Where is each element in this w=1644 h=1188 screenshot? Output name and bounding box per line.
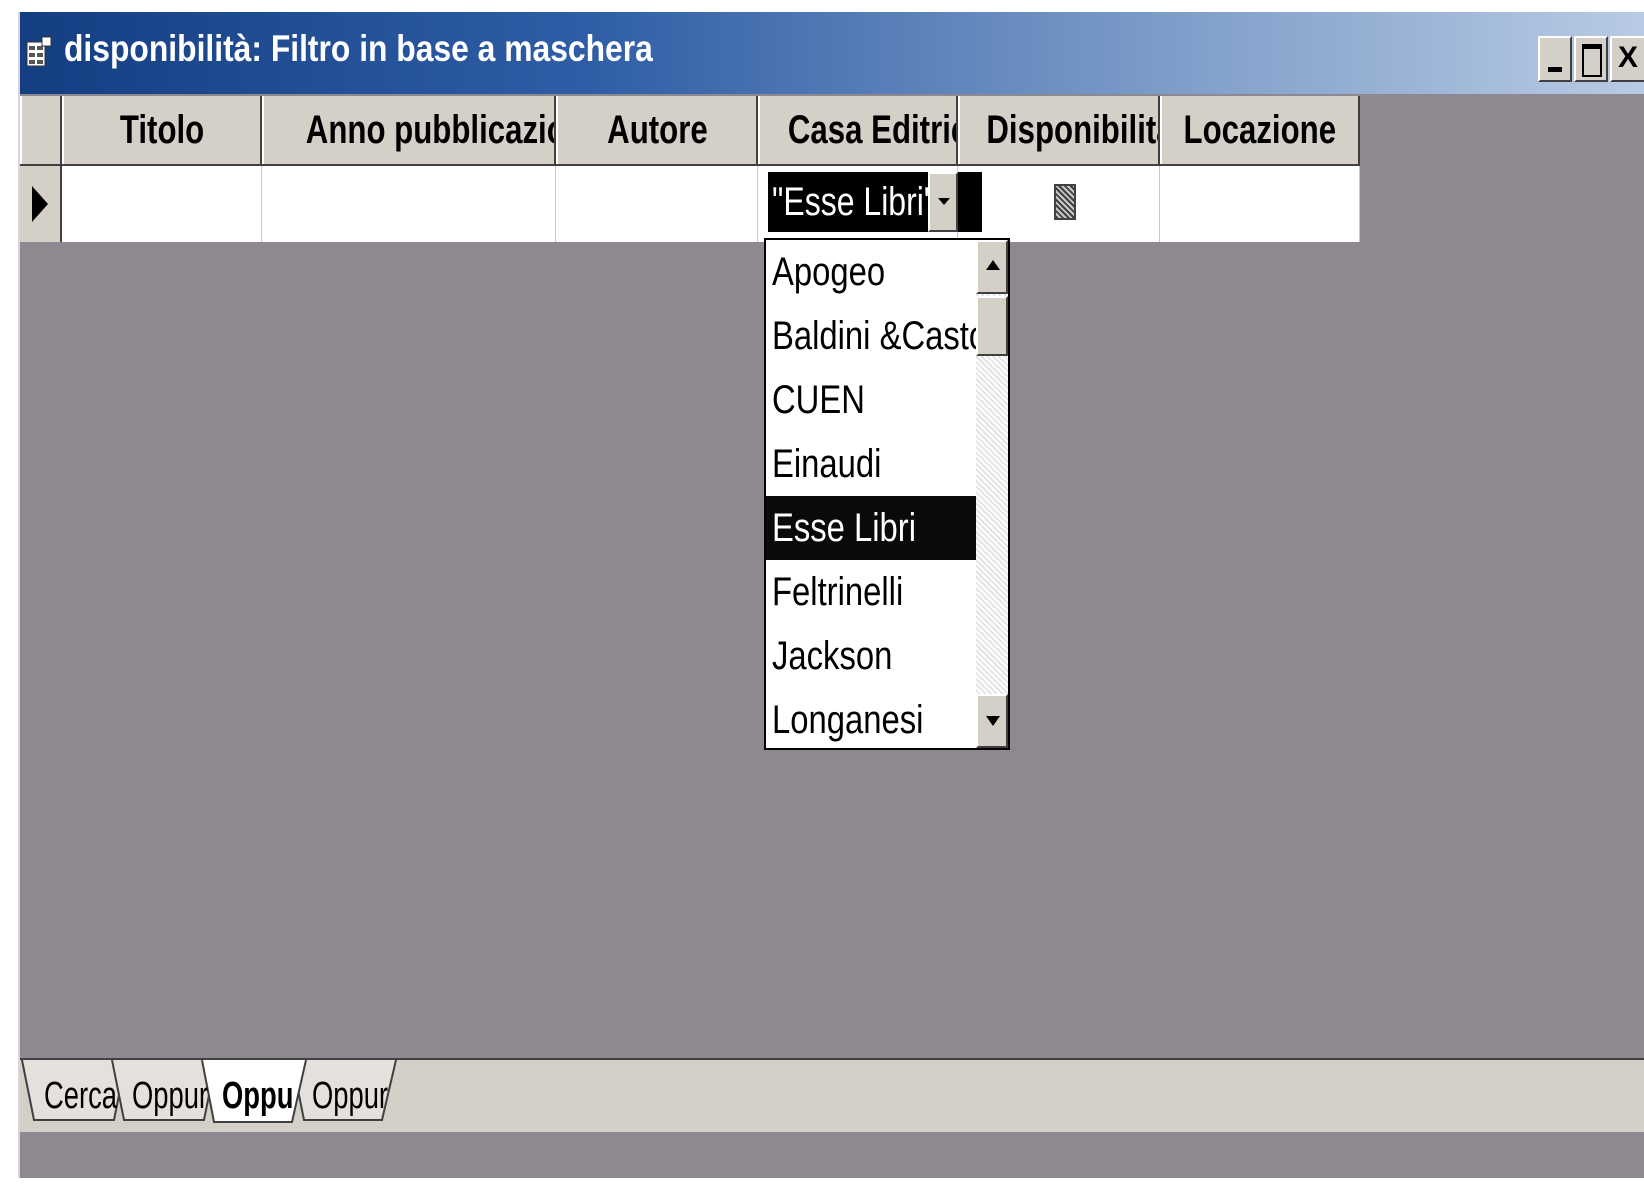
window-title: disponibilità: Filtro in base a maschera <box>64 28 653 69</box>
dropdown-option[interactable]: Jackson <box>766 624 976 688</box>
dropdown-option[interactable]: Einaudi <box>766 432 976 496</box>
casa-editrice-dropdown-button[interactable] <box>928 172 958 232</box>
column-header-disponibilita[interactable]: Disponibilità <box>958 96 1160 164</box>
casa-editrice-dropdown-list: Apogeo Baldini &Castold CUEN Einaudi Ess… <box>764 238 1010 750</box>
column-header-casa-editrice[interactable]: Casa Editrice <box>758 96 958 164</box>
close-button[interactable]: X <box>1610 36 1644 82</box>
dropdown-option-selected[interactable]: Esse Libri <box>766 496 976 560</box>
minimize-button[interactable] <box>1538 36 1572 82</box>
filter-window: disponibilità: Filtro in base a maschera… <box>18 12 1644 1178</box>
filter-grid: Titolo Anno pubblicazione Autore Casa Ed… <box>20 96 1360 242</box>
table-form-icon <box>26 36 52 67</box>
current-record-arrow-icon <box>32 186 48 222</box>
maximize-button[interactable] <box>1574 36 1608 82</box>
column-header-locazione[interactable]: Locazione <box>1160 96 1360 164</box>
dropdown-option[interactable]: Baldini &Castold <box>766 304 976 368</box>
column-header-row: Titolo Anno pubblicazione Autore Casa Ed… <box>20 96 1360 166</box>
scroll-down-arrow-icon[interactable] <box>976 694 1008 748</box>
record-selector[interactable] <box>20 166 62 242</box>
column-header-anno-pubblicazione[interactable]: Anno pubblicazione <box>262 96 556 164</box>
dropdown-option[interactable]: Longanesi <box>766 688 976 748</box>
tab-oppure-2-active[interactable]: Oppu <box>222 1068 321 1124</box>
filter-row: "Esse Libri" <box>20 166 1360 242</box>
scrollbar-thumb[interactable] <box>976 296 1008 356</box>
filter-tabs-bar: Cerca Oppur Oppu Oppur <box>20 1058 1644 1132</box>
column-header-autore[interactable]: Autore <box>556 96 758 164</box>
tab-oppure-3[interactable]: Oppur <box>312 1068 418 1124</box>
row-selector-header <box>20 96 62 164</box>
cell-locazione[interactable] <box>1160 166 1360 242</box>
title-bar[interactable]: disponibilità: Filtro in base a maschera… <box>20 12 1644 94</box>
tab-cerca[interactable]: Cerca <box>44 1068 145 1124</box>
dropdown-scrollbar[interactable] <box>976 240 1008 748</box>
scroll-up-arrow-icon[interactable] <box>976 240 1008 294</box>
disponibilita-checkbox[interactable] <box>1054 184 1076 220</box>
cell-titolo[interactable] <box>62 166 262 242</box>
column-header-titolo[interactable]: Titolo <box>62 96 262 164</box>
cell-autore[interactable] <box>556 166 758 242</box>
dropdown-option[interactable]: Feltrinelli <box>766 560 976 624</box>
dropdown-option[interactable]: CUEN <box>766 368 976 432</box>
cell-anno-pubblicazione[interactable] <box>262 166 556 242</box>
dropdown-option[interactable]: Apogeo <box>766 240 976 304</box>
